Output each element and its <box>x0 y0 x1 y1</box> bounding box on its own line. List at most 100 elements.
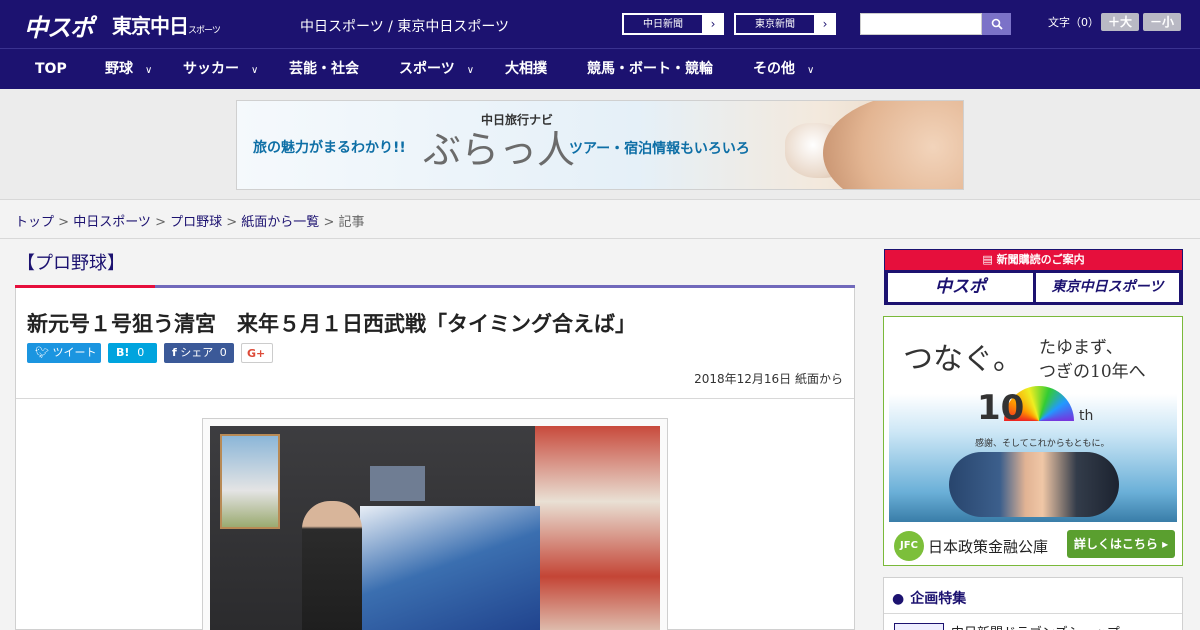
nav-item-top[interactable]: TOP <box>35 49 67 90</box>
newspaper-icon: ▤ <box>982 253 997 266</box>
subscribe-chuspo-button[interactable]: 中スポ <box>888 273 1033 302</box>
tokyo-chunichi-logo[interactable]: 東京中日スポーツ <box>112 10 221 39</box>
jfc-logo: JFC <box>894 531 924 561</box>
font-decrease-button[interactable]: －小 <box>1143 13 1181 31</box>
features-divider <box>884 613 1182 614</box>
search-button[interactable] <box>982 13 1011 35</box>
nav-label: スポーツ <box>399 61 455 77</box>
subscribe-tokyo-chunichi-button[interactable]: 東京中日スポーツ <box>1036 273 1179 302</box>
breadcrumb-separator: > <box>222 215 242 230</box>
tokyo-shimbun-label: 東京新聞 <box>735 14 815 34</box>
facebook-count: 0 <box>219 346 227 359</box>
subscription-header: ▤ 新聞購読のご案内 <box>885 250 1182 270</box>
photo-player <box>302 501 362 630</box>
chevron-right-icon: › <box>822 17 828 31</box>
jfc-ad-image: つなぐ。 たゆまず、 つぎの10年へ 10 th 感謝、そしてこれからもともに。 <box>889 322 1177 522</box>
chunichi-shimbun-link[interactable]: 中日新聞 › <box>622 13 724 35</box>
breadcrumb-separator: > <box>150 215 171 230</box>
tokyo-shimbun-link[interactable]: 東京新聞 › <box>734 13 836 35</box>
photo-poster-small <box>370 466 425 501</box>
ad-text-left: 旅の魅力がまるわかり!! <box>253 140 406 156</box>
breadcrumb-separator: > <box>54 215 74 230</box>
photo-poster-right <box>535 426 660 630</box>
tokyo-chunichi-logo-sub: スポーツ <box>188 26 221 36</box>
chevron-right-icon: › <box>710 17 716 31</box>
facebook-label: シェア <box>180 346 214 359</box>
travel-ad-banner[interactable]: 中日旅行ナビ 旅の魅力がまるわかり!! ぶらっ人 ツアー・宿泊情報もいろいろ <box>236 100 964 190</box>
article-photo[interactable] <box>210 426 660 630</box>
features-title: 企画特集 <box>910 591 967 607</box>
subscription-box: ▤ 新聞購読のご案内 中スポ 東京中日スポーツ <box>884 249 1183 305</box>
nav-item-baseball[interactable]: 野球 ∨ <box>105 49 152 90</box>
handshake-image <box>949 452 1119 517</box>
ad-zone: 中日旅行ナビ 旅の魅力がまるわかり!! ぶらっ人 ツアー・宿泊情報もいろいろ <box>0 89 1200 200</box>
facebook-share-button[interactable]: f シェア 0 <box>164 343 234 363</box>
nav-item-sumo[interactable]: 大相撲 <box>505 49 547 90</box>
site-title[interactable]: 中日スポーツ / 東京中日スポーツ <box>300 16 509 36</box>
nav-item-sports[interactable]: スポーツ ∨ <box>399 49 474 90</box>
nav-label: 芸能・社会 <box>289 61 359 77</box>
nav-label: サッカー <box>183 61 239 77</box>
chevron-down-icon: ∨ <box>466 65 475 76</box>
breadcrumb-bar: トップ > 中日スポーツ > プロ野球 > 紙面から一覧 > 記事 <box>0 200 1200 239</box>
tokyo-chunichi-logo-text: 東京中日 <box>112 14 189 38</box>
jfc-ad-tagline: たゆまず、 つぎの10年へ <box>1039 338 1146 382</box>
google-plus-label: G+ <box>247 347 266 360</box>
google-plus-button[interactable]: G+ <box>241 343 273 363</box>
pin-icon: ● <box>892 591 905 607</box>
jfc-ad[interactable]: つなぐ。 たゆまず、 つぎの10年へ 10 th 感謝、そしてこれからもともに。… <box>883 316 1183 566</box>
nav-label: TOP <box>35 61 67 77</box>
article-date: 2018年12月16日 紙面から <box>694 372 843 386</box>
hatena-bookmark-button[interactable]: B! 0 <box>108 343 157 363</box>
nav-item-other[interactable]: その他 ∨ <box>753 49 814 90</box>
nav-item-racing[interactable]: 競馬・ボート・競輪 <box>587 49 713 90</box>
article-headline: 新元号１号狙う清宮 来年５月１日西武戦「タイミング合えば」 <box>27 312 636 336</box>
chevron-down-icon: ∨ <box>251 65 259 76</box>
jfc-ad-headline: つなぐ。 <box>903 342 1023 377</box>
search-icon <box>991 18 1003 30</box>
search-input[interactable] <box>860 13 982 35</box>
dragons-shop-link[interactable]: 中日新聞ドラゴンズショップ <box>951 622 1120 630</box>
photo-poster-center <box>360 506 540 630</box>
jfc-ad-suffix: th <box>1079 408 1094 424</box>
breadcrumb-pro-baseball[interactable]: プロ野球 <box>170 215 222 230</box>
nav-item-soccer[interactable]: サッカー ∨ <box>183 49 258 90</box>
dragons-shop-thumbnail[interactable] <box>894 623 944 630</box>
model-photo <box>823 101 963 189</box>
photo-poster-left <box>220 434 280 529</box>
article-photo-frame <box>202 418 668 630</box>
article-card: 新元号１号狙う清宮 来年５月１日西武戦「タイミング合えば」 🐦︎ ツイート B!… <box>15 288 855 630</box>
hatena-count: 0 <box>137 346 145 359</box>
features-box: ● 企画特集 中日新聞ドラゴンズショップ <box>883 577 1183 630</box>
nav-label: 競馬・ボート・競輪 <box>587 61 713 77</box>
jfc-ad-number: 10 <box>977 388 1025 428</box>
subscription-header-text: 新聞購読のご案内 <box>996 253 1085 266</box>
site-header: 中スポ 東京中日スポーツ 中日スポーツ / 東京中日スポーツ 中日新聞 › 東京… <box>0 0 1200 48</box>
breadcrumb-top[interactable]: トップ <box>15 215 54 230</box>
main-nav: TOP 野球 ∨ サッカー ∨ 芸能・社会 スポーツ ∨ 大相撲 競馬・ボート・競輪 … <box>0 48 1200 89</box>
features-header: ● 企画特集 <box>892 588 966 608</box>
breadcrumb-paper-list[interactable]: 紙面から一覧 <box>241 215 319 230</box>
chevron-down-icon: ∨ <box>807 65 815 76</box>
breadcrumb: トップ > 中日スポーツ > プロ野球 > 紙面から一覧 > 記事 <box>15 211 365 230</box>
breadcrumb-separator: > <box>319 215 339 230</box>
hatena-label: B! <box>116 346 130 359</box>
ad-brand-logo: ぶらっ人 <box>423 128 576 172</box>
tweet-button[interactable]: 🐦︎ ツイート <box>27 343 101 363</box>
jfc-details-button[interactable]: 詳しくはこちら ▸ <box>1067 530 1175 558</box>
nav-label: 大相撲 <box>505 61 547 77</box>
category-title: 【プロ野球】 <box>17 253 125 274</box>
nav-label: その他 <box>753 61 795 77</box>
breadcrumb-chunichi-sports[interactable]: 中日スポーツ <box>73 215 151 230</box>
font-size-label: 文字（0） <box>1048 16 1099 29</box>
breadcrumb-current: 記事 <box>338 215 365 230</box>
twitter-icon: 🐦︎ <box>35 346 49 359</box>
jfc-name: 日本政策金融公庫 <box>928 538 1049 556</box>
font-increase-button[interactable]: ＋大 <box>1101 13 1139 31</box>
nav-item-entertainment[interactable]: 芸能・社会 <box>289 49 359 90</box>
article-divider <box>16 398 854 399</box>
jfc-ad-thanks: 感謝、そしてこれからもともに。 <box>975 439 1110 449</box>
tweet-label: ツイート <box>52 346 97 359</box>
chuspo-logo[interactable]: 中スポ <box>24 8 94 43</box>
facebook-icon: f <box>172 346 177 359</box>
